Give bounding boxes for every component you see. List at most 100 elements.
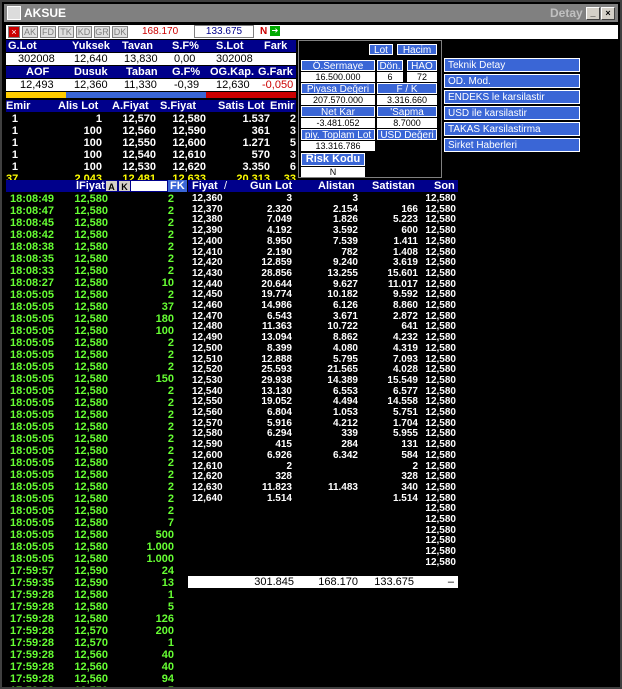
dist-cell: 2.154 xyxy=(332,203,358,215)
dist-cell: 12.888 xyxy=(261,353,292,365)
trade-time: 17:59:28 xyxy=(10,649,55,661)
title-bar[interactable]: AKSUE Detay _ × xyxy=(4,4,618,22)
hacim-button[interactable]: Hacim xyxy=(397,44,437,56)
dist-cell: 12,580 xyxy=(425,514,456,525)
trade-price: 12,580 xyxy=(74,445,108,457)
trade-time: 18:05:05 xyxy=(10,529,55,541)
tab-fd[interactable]: FD xyxy=(40,26,56,38)
dist-cell: 12,580 xyxy=(425,460,456,472)
sort-icon[interactable]: / xyxy=(224,180,227,192)
menu-takas[interactable]: TAKAS Karsilastirma xyxy=(444,122,580,136)
trade-lot: 2 xyxy=(167,265,174,277)
trade-lot: 2 xyxy=(167,445,174,457)
fk-label: F / K xyxy=(377,83,437,95)
dist-cell: 12,580 xyxy=(425,524,456,536)
trades-hdr-fk[interactable]: FK xyxy=(168,180,187,192)
dist-cell: 12,580 xyxy=(425,235,456,247)
depth-cell: 12,540 xyxy=(122,149,156,161)
depth-cell: 100 xyxy=(83,149,102,161)
trade-price: 12,580 xyxy=(74,205,108,217)
dist-cell: 12,570 xyxy=(192,417,223,429)
trade-price: 12,580 xyxy=(74,325,108,337)
val-taban: 11,330 xyxy=(124,79,157,91)
trade-time: 18:08:38 xyxy=(10,241,55,253)
arrow-right-icon[interactable]: ➔ xyxy=(270,26,280,36)
dist-cell: 12,580 xyxy=(425,407,456,418)
minimize-icon[interactable]: _ xyxy=(586,7,600,20)
tab-kd[interactable]: KD xyxy=(76,26,92,38)
piy-toplam-label: piy. Toplam Lot xyxy=(301,129,375,141)
dist-hdr-son: Son xyxy=(434,180,455,192)
menu-sirket-haberleri[interactable]: Sirket Haberleri xyxy=(444,138,580,152)
dist-cell: 12,580 xyxy=(425,396,456,408)
trade-lot: 2 xyxy=(167,205,174,217)
menu-teknik-detay[interactable]: Teknik Detay xyxy=(444,58,580,72)
val-gf: -0,39 xyxy=(174,79,200,91)
trade-price: 12,580 xyxy=(74,229,108,241)
color-bar xyxy=(6,92,296,98)
depth-cell: 3.350 xyxy=(242,161,270,173)
menu-endeks[interactable]: ENDEKS le karsilastir xyxy=(444,90,580,104)
trade-time: 17:59:28 xyxy=(10,685,54,687)
stats-row: 302008 12,640 13,830 0,00 302008 xyxy=(6,53,296,65)
val-slot: 302008 xyxy=(216,53,253,65)
dist-cell: 12,460 xyxy=(192,300,223,311)
dist-cell: 12,580 xyxy=(425,267,456,279)
dist-cell: 6.577 xyxy=(392,385,418,397)
tab-gr[interactable]: GR xyxy=(94,26,110,38)
usd-button[interactable]: USD Değeri xyxy=(377,129,437,141)
trade-lot: 1.000 xyxy=(146,553,174,565)
trade-price: 12,560 xyxy=(74,673,108,685)
trade-price: 12,580 xyxy=(74,601,108,613)
sapma-label: 'Sapma xyxy=(377,106,437,118)
depth-cell: 3 xyxy=(289,125,296,137)
dist-cell: 12,610 xyxy=(192,460,223,472)
dist-total-alistan: 168.170 xyxy=(318,576,358,588)
dist-cell: 584 xyxy=(401,449,418,461)
depth-cell: 3 xyxy=(289,149,296,161)
dist-cell: 3 xyxy=(352,193,358,204)
dist-cell: 12,580 xyxy=(425,257,456,269)
hao-label: HAO xyxy=(407,60,437,72)
trades-hdr-k[interactable]: K xyxy=(119,181,130,192)
depth-cell: 6 xyxy=(289,161,296,173)
val-gfark: -0,050 xyxy=(262,79,294,91)
trades-hdr-a[interactable]: A xyxy=(106,181,117,192)
tab-tk[interactable]: TK xyxy=(58,26,74,38)
dist-cell: 19.774 xyxy=(261,289,292,301)
trade-price: 12,580 xyxy=(74,301,108,313)
depth-cell: 1 xyxy=(11,125,18,137)
dist-cell: 4.232 xyxy=(392,332,418,344)
dist-cell: 12,370 xyxy=(192,203,223,215)
trade-lot: 13 xyxy=(161,577,174,589)
hdr-glot: G.Lot xyxy=(8,40,37,52)
close-small-icon[interactable]: × xyxy=(8,26,20,38)
trade-price: 12,580 xyxy=(74,385,108,397)
dist-cell: 328 xyxy=(401,471,418,483)
piyasa-value: 207.570.000 xyxy=(301,95,375,105)
lot-button[interactable]: Lot xyxy=(369,44,393,56)
trade-time: 18:08:49 xyxy=(10,193,55,205)
depth-hdr-sfiyat: S.Fiyat xyxy=(160,100,197,112)
val-tavan: 13,830 xyxy=(124,53,158,65)
depth-cell: 1 xyxy=(11,161,18,173)
hdr-dusuk: Dusuk xyxy=(74,66,108,78)
dist-cell: 12,500 xyxy=(192,342,223,354)
close-icon[interactable]: × xyxy=(601,7,615,20)
trade-time: 18:05:05 xyxy=(10,433,55,445)
hdr-taban: Taban xyxy=(126,66,158,78)
tab-dk[interactable]: DK xyxy=(112,26,128,38)
trades-filter-input[interactable] xyxy=(131,181,167,191)
menu-usd[interactable]: USD ile karsilastir xyxy=(444,106,580,120)
trade-lot: 2 xyxy=(167,397,174,409)
dist-cell: 12,440 xyxy=(192,278,223,290)
menu-od-mod[interactable]: OD. Mod. xyxy=(444,74,580,88)
tab-ak[interactable]: AK xyxy=(22,26,38,38)
dist-cell: 12,360 xyxy=(192,193,223,204)
trade-price: 12,590 xyxy=(74,565,108,577)
dist-cell: 3.592 xyxy=(332,225,358,237)
depth-cell: 12,530 xyxy=(122,161,156,173)
trade-price: 12,580 xyxy=(74,493,108,505)
price-red: 168.170 xyxy=(142,26,179,37)
dist-cell: 12,590 xyxy=(192,439,223,451)
